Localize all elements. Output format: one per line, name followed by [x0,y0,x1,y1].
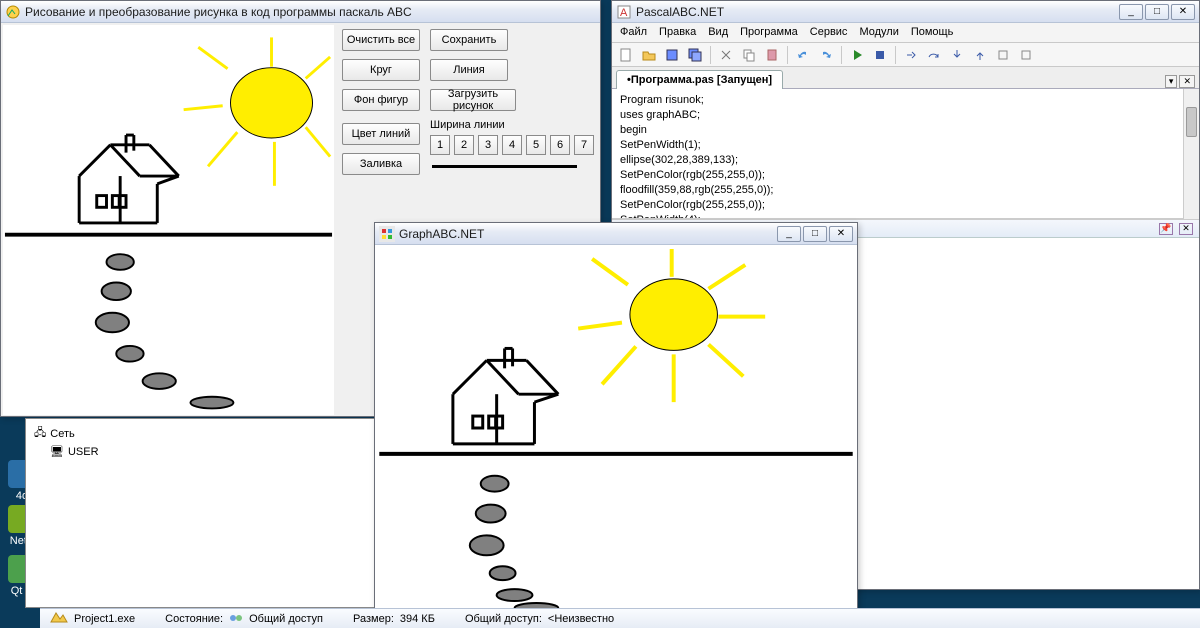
status-label: Размер: [353,613,394,625]
width-4[interactable]: 4 [502,135,522,155]
linecolor-button[interactable]: Цвет линий [342,123,420,145]
share-icon [229,610,243,627]
minimize-button[interactable]: _ [1119,4,1143,20]
width-label: Ширина линии [430,119,594,131]
width-7[interactable]: 7 [574,135,594,155]
save-all-icon[interactable] [685,45,705,65]
open-icon[interactable] [639,45,659,65]
tree-item[interactable]: 🖧 Сеть [34,423,366,444]
load-button[interactable]: Загрузить рисунок [430,89,516,111]
width-1[interactable]: 1 [430,135,450,155]
close-button[interactable]: ✕ [829,226,853,242]
tool-icon[interactable] [1016,45,1036,65]
titlebar[interactable]: GraphABC.NET _ □ ✕ [375,223,857,245]
app-icon: A [616,4,632,20]
menu-item[interactable]: Вид [708,26,728,39]
status-label: Состояние: [165,613,223,625]
output-canvas [375,245,857,611]
width-6[interactable]: 6 [550,135,570,155]
window-title: PascalABC.NET [632,5,1119,19]
tab-bar: •Программа.pas [Запущен] ▾ ✕ [612,67,1199,89]
status-value: Общий доступ [249,613,323,625]
status-bar: Project1.exe Состояние: Общий доступ Раз… [40,608,1200,628]
new-file-icon[interactable] [616,45,636,65]
titlebar[interactable]: Рисование и преобразование рисунка в код… [1,1,600,23]
circle-button[interactable]: Круг [342,59,420,81]
maximize-button[interactable]: □ [803,226,827,242]
width-2[interactable]: 2 [454,135,474,155]
paste-icon[interactable] [762,45,782,65]
line-button[interactable]: Линия [430,59,508,81]
redo-icon[interactable] [816,45,836,65]
menu-item[interactable]: Модули [859,26,898,39]
scrollbar[interactable] [1183,89,1199,219]
pin-icon[interactable]: 📌 [1159,223,1173,235]
tab-dropdown-icon[interactable]: ▾ [1165,75,1178,88]
run-icon[interactable] [847,45,867,65]
status-value: <Неизвестно [548,613,614,625]
cut-icon[interactable] [716,45,736,65]
menu-item[interactable]: Помощь [911,26,954,39]
computer-icon: 🖥 [50,445,64,458]
menu-bar: Файл Правка Вид Программа Сервис Модули … [612,23,1199,43]
width-3[interactable]: 3 [478,135,498,155]
bg-button[interactable]: Фон фигур [342,89,420,111]
menu-item[interactable]: Правка [659,26,696,39]
close-button[interactable]: ✕ [1171,4,1195,20]
save-icon[interactable] [662,45,682,65]
panel-close-icon[interactable]: ✕ [1179,223,1193,235]
width-5[interactable]: 5 [526,135,546,155]
app-icon [379,226,395,242]
toolbar [612,43,1199,67]
tab-close-icon[interactable]: ✕ [1179,75,1195,88]
tree-label: Сеть [50,428,74,440]
clear-button[interactable]: Очистить все [342,29,420,51]
status-value: 394 КБ [400,613,435,625]
explorer-panel: 🖧 Сеть 🖥 USER [25,418,375,608]
menu-item[interactable]: Файл [620,26,647,39]
maximize-button[interactable]: □ [1145,4,1169,20]
tree-label: USER [68,446,99,458]
drawing-canvas[interactable] [3,25,334,415]
line-sample [432,165,577,168]
tool-icon[interactable] [993,45,1013,65]
window-title: Рисование и преобразование рисунка в код… [21,5,596,19]
copy-icon[interactable] [739,45,759,65]
step-over-icon[interactable] [924,45,944,65]
undo-icon[interactable] [793,45,813,65]
menu-item[interactable]: Сервис [810,26,848,39]
step-out-icon[interactable] [970,45,990,65]
window-title: GraphABC.NET [395,227,777,241]
stop-icon[interactable] [870,45,890,65]
step-into-icon[interactable] [947,45,967,65]
svg-text:A: A [620,7,628,19]
step-icon[interactable] [901,45,921,65]
tree-item[interactable]: 🖥 USER [34,444,366,459]
app-icon [5,4,21,20]
status-label: Общий доступ: [465,613,542,625]
app-icon [50,610,68,627]
menu-item[interactable]: Программа [740,26,798,39]
minimize-button[interactable]: _ [777,226,801,242]
graphabc-window: GraphABC.NET _ □ ✕ [374,222,858,612]
status-filename: Project1.exe [74,613,135,625]
titlebar[interactable]: A PascalABC.NET _ □ ✕ [612,1,1199,23]
editor-tab[interactable]: •Программа.pas [Запущен] [616,70,783,89]
fill-button[interactable]: Заливка [342,153,420,175]
network-icon: 🖧 [34,424,46,443]
save-button[interactable]: Сохранить [430,29,508,51]
code-editor[interactable]: Program risunok; uses graphABC; begin Se… [612,89,1199,219]
width-buttons: 1 2 3 4 5 6 7 [430,135,594,155]
